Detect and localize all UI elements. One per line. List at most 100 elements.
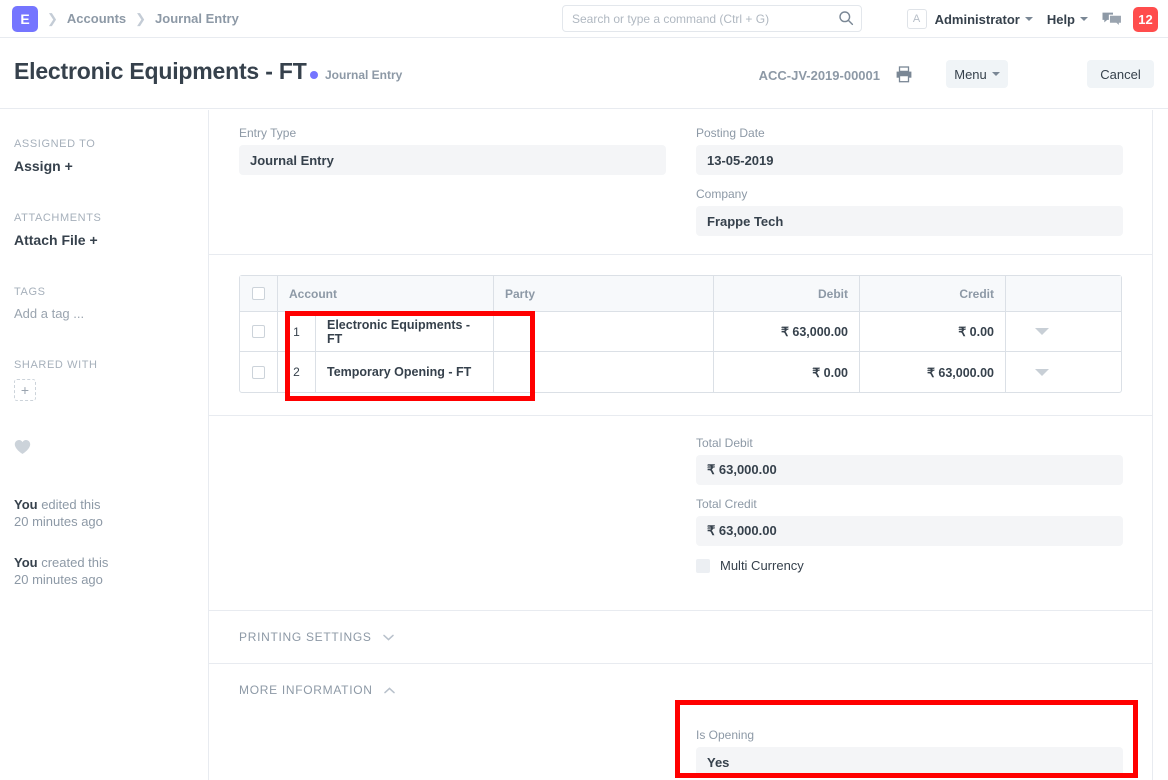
help-menu-label: Help: [1047, 12, 1075, 27]
app-logo[interactable]: E: [12, 6, 38, 32]
timeline-time: 20 minutes ago: [14, 572, 103, 587]
chat-icon[interactable]: [1102, 11, 1122, 28]
cell-party[interactable]: [494, 312, 714, 351]
search-icon[interactable]: [838, 10, 854, 26]
column-header-account-label: Account: [289, 287, 337, 301]
document-id: ACC-JV-2019-00001: [759, 68, 880, 83]
cell-credit-value: ₹ 0.00: [958, 324, 994, 339]
share-add-button[interactable]: +: [14, 379, 36, 401]
cell-debit[interactable]: ₹ 0.00: [714, 352, 860, 392]
section-more-information[interactable]: MORE INFORMATION: [209, 664, 1152, 716]
top-navbar: E ❯ Accounts ❯ Journal Entry A Administr…: [0, 0, 1168, 38]
section-basic-fields: Entry Type Journal Entry Posting Date 13…: [209, 110, 1152, 255]
status-label: Journal Entry: [325, 68, 402, 82]
heart-icon[interactable]: [14, 439, 31, 455]
attach-file-button[interactable]: Attach File +: [14, 232, 194, 248]
assigned-to-heading: ASSIGNED TO: [14, 138, 194, 150]
row-select-cell: [240, 312, 278, 351]
cell-credit[interactable]: ₹ 63,000.00: [860, 352, 1006, 392]
breadcrumb-separator-icon: ❯: [47, 12, 58, 25]
cell-actions: [1006, 352, 1078, 392]
document-titlebar: Electronic Equipments - FT Journal Entry…: [0, 38, 1168, 109]
multi-currency-checkbox[interactable]: [696, 559, 710, 573]
cell-account[interactable]: Electronic Equipments - FT: [316, 312, 494, 351]
row-expand-chevron-icon[interactable]: [1035, 328, 1049, 335]
column-header-party[interactable]: Party: [494, 276, 714, 311]
user-menu-label: Administrator: [935, 12, 1020, 27]
timeline-item-edited: You edited this 20 minutes ago: [14, 496, 194, 530]
column-header-account[interactable]: Account: [278, 276, 494, 311]
row-checkbox[interactable]: [252, 325, 265, 338]
is-opening-column: Is Opening Yes: [696, 728, 1123, 780]
chevron-down-icon: [1025, 17, 1033, 21]
tags-heading: TAGS: [14, 286, 194, 298]
app-page: E ❯ Accounts ❯ Journal Entry A Administr…: [0, 0, 1168, 780]
is-opening-field: Is Opening Yes: [696, 728, 1123, 777]
posting-date-label: Posting Date: [696, 126, 1123, 140]
breadcrumb-journal-entry[interactable]: Journal Entry: [155, 11, 239, 26]
section-printing-settings[interactable]: PRINTING SETTINGS: [209, 611, 1152, 664]
help-menu[interactable]: Help: [1047, 12, 1088, 27]
basic-fields-left-column: Entry Type Journal Entry: [239, 126, 666, 187]
cancel-button[interactable]: Cancel: [1087, 60, 1154, 88]
row-expand-chevron-icon[interactable]: [1035, 369, 1049, 376]
select-all-cell: [240, 276, 278, 311]
navbar-right-group: A Administrator Help 12: [907, 0, 1158, 38]
timeline-actor: You: [14, 497, 38, 512]
row-checkbox[interactable]: [252, 366, 265, 379]
accounting-entries-table: Account Party Debit Credit: [239, 275, 1122, 393]
is-opening-value[interactable]: Yes: [696, 747, 1123, 777]
cell-credit[interactable]: ₹ 0.00: [860, 312, 1006, 351]
page-title: Electronic Equipments - FT: [14, 58, 307, 85]
cell-debit[interactable]: ₹ 63,000.00: [714, 312, 860, 351]
avatar: A: [907, 9, 927, 29]
total-debit-label: Total Debit: [696, 436, 1123, 450]
document-main-content: Entry Type Journal Entry Posting Date 13…: [209, 110, 1153, 780]
row-select-cell: [240, 352, 278, 392]
cell-account-value: Temporary Opening - FT: [327, 365, 471, 379]
search-input[interactable]: [562, 5, 862, 32]
company-label: Company: [696, 187, 1123, 201]
entry-type-value[interactable]: Journal Entry: [239, 145, 666, 175]
table-row[interactable]: 2 Temporary Opening - FT ₹ 0.00 ₹ 63,000…: [240, 352, 1121, 392]
table-row[interactable]: 1 Electronic Equipments - FT ₹ 63,000.00…: [240, 312, 1121, 352]
document-sidebar: ASSIGNED TO Assign + ATTACHMENTS Attach …: [0, 110, 209, 780]
cell-debit-value: ₹ 63,000.00: [781, 324, 848, 339]
is-opening-label: Is Opening: [696, 728, 1123, 742]
posting-date-value[interactable]: 13-05-2019: [696, 145, 1123, 175]
posting-date-field: Posting Date 13-05-2019: [696, 126, 1123, 175]
user-menu[interactable]: Administrator: [935, 12, 1033, 27]
timeline-actor: You: [14, 555, 38, 570]
entry-type-label: Entry Type: [239, 126, 666, 140]
print-icon[interactable]: [895, 66, 913, 83]
add-tag-input[interactable]: Add a tag ...: [14, 306, 194, 321]
cell-account-value: Electronic Equipments - FT: [327, 318, 482, 346]
timeline-action: edited this: [38, 497, 101, 512]
notification-badge[interactable]: 12: [1133, 7, 1158, 32]
cell-account[interactable]: Temporary Opening - FT: [316, 352, 494, 392]
cell-debit-value: ₹ 0.00: [812, 365, 848, 380]
cell-party[interactable]: [494, 352, 714, 392]
row-index: 1: [278, 312, 316, 351]
row-index: 2: [278, 352, 316, 392]
company-field: Company Frappe Tech: [696, 187, 1123, 236]
total-debit-value: ₹ 63,000.00: [696, 455, 1123, 485]
total-credit-value: ₹ 63,000.00: [696, 516, 1123, 546]
timeline-action: created this: [38, 555, 109, 570]
total-credit-label: Total Credit: [696, 497, 1123, 511]
column-header-debit[interactable]: Debit: [714, 276, 860, 311]
chevron-down-icon: [383, 634, 394, 641]
multi-currency-field[interactable]: Multi Currency: [696, 558, 1123, 573]
section-accounting-entries: Account Party Debit Credit: [209, 255, 1152, 416]
assign-button[interactable]: Assign +: [14, 158, 194, 174]
company-value[interactable]: Frappe Tech: [696, 206, 1123, 236]
column-header-credit[interactable]: Credit: [860, 276, 1006, 311]
status-dot-icon: [310, 71, 318, 79]
menu-button-label: Menu: [954, 67, 987, 82]
menu-button[interactable]: Menu: [946, 60, 1008, 88]
search-box: [562, 5, 862, 32]
breadcrumb-accounts[interactable]: Accounts: [67, 11, 126, 26]
select-all-checkbox[interactable]: [252, 287, 265, 300]
timeline-time: 20 minutes ago: [14, 514, 103, 529]
totals-column: Total Debit ₹ 63,000.00 Total Credit ₹ 6…: [696, 436, 1123, 573]
